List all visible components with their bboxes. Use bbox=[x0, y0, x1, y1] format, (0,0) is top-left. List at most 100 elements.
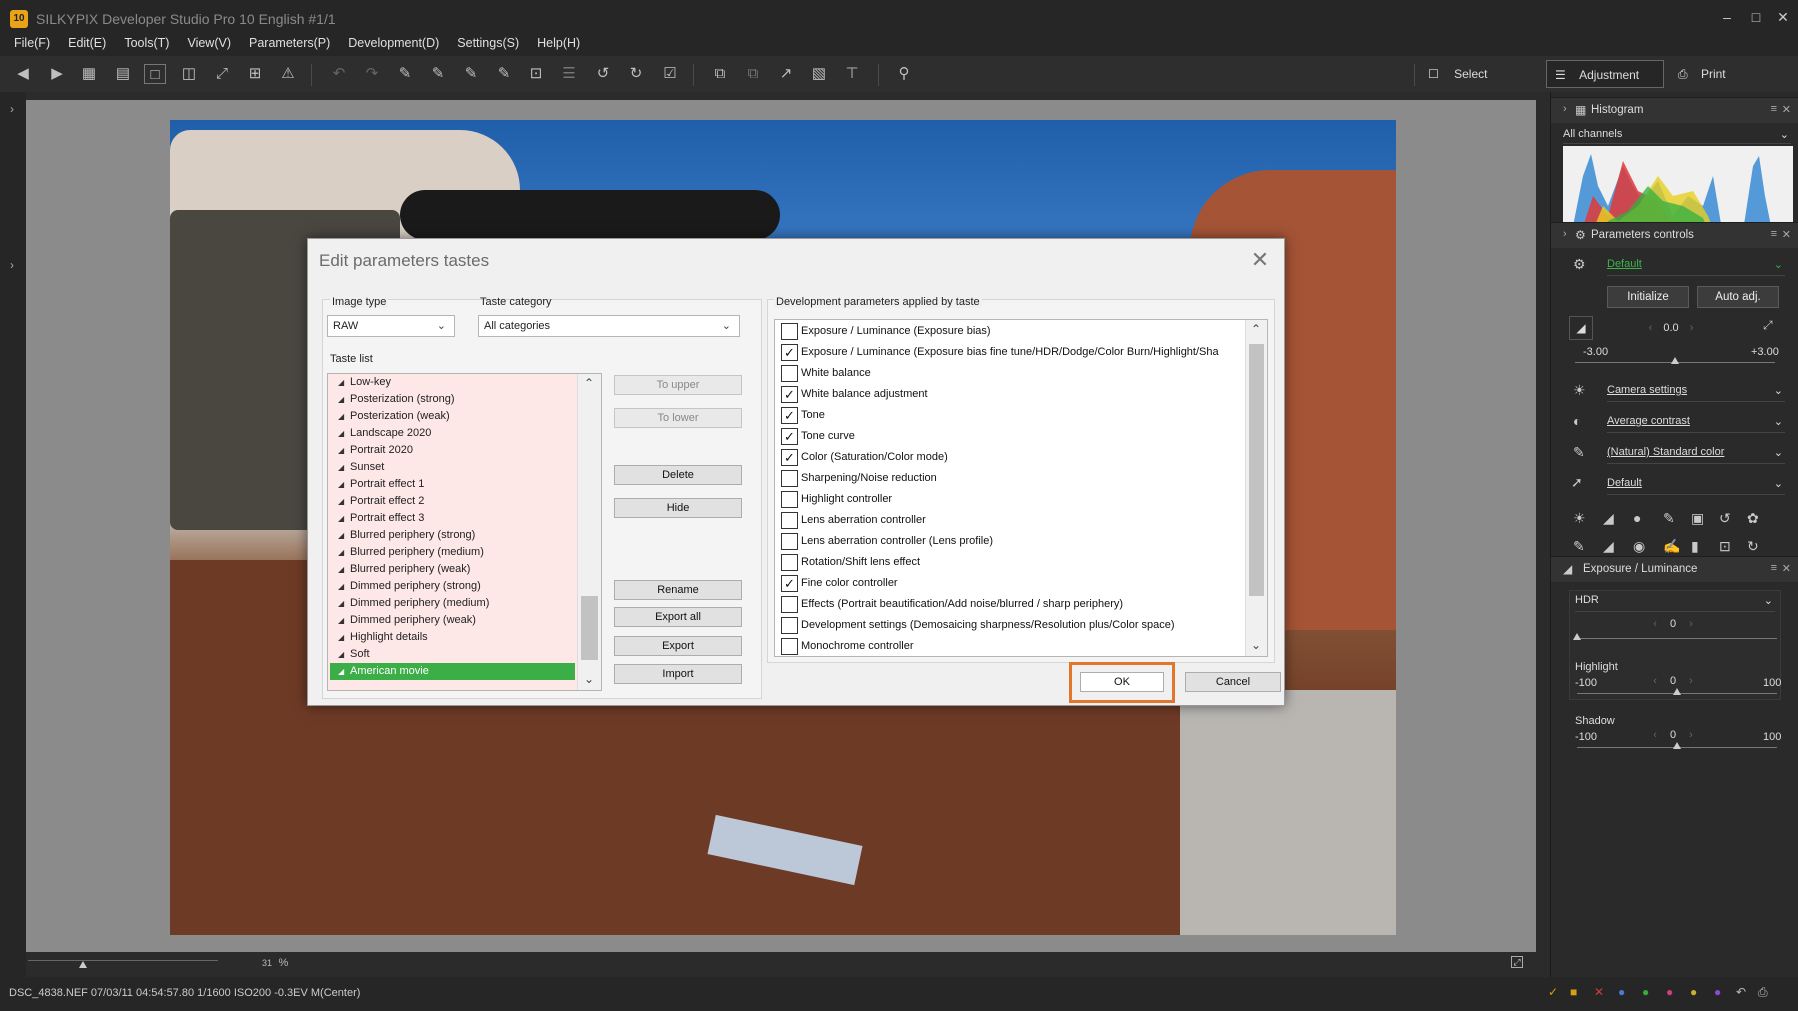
print-mode-button[interactable]: ⎙ Print bbox=[1670, 60, 1760, 88]
checkbox[interactable] bbox=[781, 323, 798, 340]
stamp-icon[interactable]: ⊤ bbox=[841, 64, 863, 84]
zoom-slider-track[interactable] bbox=[28, 960, 218, 961]
checkbox-checked[interactable]: ✓ bbox=[781, 386, 798, 403]
status-label-yellow-icon[interactable]: ● bbox=[1690, 985, 1697, 999]
dev-param-item[interactable]: ✓ Tone curve bbox=[779, 426, 1241, 447]
list-item[interactable]: ◢ Portrait 2020 bbox=[330, 442, 575, 459]
frame-tool-icon[interactable]: ▣ bbox=[1691, 510, 1704, 527]
dev-params-list[interactable]: Exposure / Luminance (Exposure bias) ✓ Ex… bbox=[774, 319, 1268, 657]
spot-tool-icon[interactable]: ✎ bbox=[1573, 538, 1585, 555]
export-button[interactable]: Export bbox=[614, 636, 742, 656]
dev-param-item[interactable]: White balance bbox=[779, 363, 1241, 384]
scroll-down-icon[interactable]: ⌄ bbox=[1251, 638, 1261, 652]
filmstrip-view-icon[interactable]: ▤ bbox=[112, 64, 134, 84]
scroll-down-icon[interactable]: ⌄ bbox=[584, 672, 594, 686]
histogram-header[interactable]: › ▦ Histogram ≡ ✕ bbox=[1551, 97, 1798, 123]
scroll-thumb[interactable] bbox=[581, 596, 598, 660]
status-label-blue-icon[interactable]: ● bbox=[1618, 985, 1625, 999]
status-print-icon[interactable]: ⎙ bbox=[1758, 985, 1768, 1000]
fullscreen-icon[interactable]: ⤢ bbox=[211, 64, 233, 84]
dev-param-item[interactable]: ✓ Fine color controller bbox=[779, 573, 1241, 594]
export-all-button[interactable]: Export all bbox=[614, 607, 742, 627]
status-label-green-icon[interactable]: ● bbox=[1642, 985, 1649, 999]
minimize-button[interactable]: – bbox=[1712, 6, 1742, 28]
crop-tool-icon[interactable]: ⊡ bbox=[1719, 538, 1731, 555]
params-controls-header[interactable]: › ⚙ Parameters controls ≡ ✕ bbox=[1551, 222, 1798, 248]
exposure-bias-value[interactable]: ‹ 0.0 › bbox=[1641, 320, 1701, 336]
list-item[interactable]: ◢ Highlight details bbox=[330, 629, 575, 646]
dev-param-item[interactable]: Development settings (Demosaicing sharpn… bbox=[779, 615, 1241, 636]
checkbox-checked[interactable]: ✓ bbox=[781, 575, 798, 592]
cancel-button[interactable]: Cancel bbox=[1185, 672, 1281, 692]
hdr-value[interactable]: ‹ 0 › bbox=[1643, 616, 1703, 632]
zoom-level[interactable]: 31 % bbox=[262, 957, 288, 969]
collapse-chevron-icon[interactable]: › bbox=[1563, 228, 1567, 240]
list-item[interactable]: ◢ Sunset bbox=[330, 459, 575, 476]
paste-params-icon[interactable]: ⧉ bbox=[742, 64, 764, 84]
menu-tools[interactable]: Tools(T) bbox=[124, 34, 169, 56]
status-folder-icon[interactable]: ■ bbox=[1570, 985, 1577, 999]
dev-param-item[interactable]: ✓ Tone bbox=[779, 405, 1241, 426]
expand-left-panel-icon-2[interactable]: › bbox=[10, 258, 14, 272]
exposure-icon[interactable]: ◢ bbox=[1569, 316, 1593, 340]
to-lower-button[interactable]: To lower bbox=[614, 408, 742, 428]
menu-view[interactable]: View(V) bbox=[187, 34, 231, 56]
panel-menu-icon[interactable]: ≡ bbox=[1771, 562, 1777, 574]
zoom-icon[interactable]: ⚲ bbox=[893, 64, 915, 84]
shadow-slider-knob[interactable] bbox=[1673, 742, 1681, 749]
menu-edit[interactable]: Edit(E) bbox=[68, 34, 106, 56]
wb-tool-icon[interactable]: ☀ bbox=[1573, 510, 1586, 527]
status-undo-icon[interactable]: ↶ bbox=[1736, 985, 1746, 999]
taste-select[interactable]: Default ⌄ bbox=[1607, 258, 1785, 276]
panel-close-icon[interactable]: ✕ bbox=[1782, 228, 1791, 241]
hdr-mode-select[interactable]: HDR ⌄ bbox=[1575, 594, 1775, 612]
eyedropper-white-icon[interactable]: ✎ bbox=[427, 64, 449, 84]
checkbox-checked[interactable]: ✓ bbox=[781, 344, 798, 361]
ok-button[interactable]: OK bbox=[1080, 672, 1164, 692]
prev-icon[interactable]: ◀ bbox=[12, 64, 34, 84]
develop-icon[interactable]: ▧ bbox=[808, 64, 830, 84]
export-icon[interactable]: ↗ bbox=[775, 64, 797, 84]
panel-menu-icon[interactable]: ≡ bbox=[1771, 228, 1777, 240]
scroll-up-icon[interactable]: ⌃ bbox=[1251, 322, 1261, 336]
check-icon[interactable]: ☑ bbox=[659, 64, 681, 84]
maximize-button[interactable]: □ bbox=[1741, 6, 1771, 28]
warning-icon[interactable]: ⚠ bbox=[277, 64, 299, 84]
list-item[interactable]: ◢ Soft bbox=[330, 646, 575, 663]
dev-param-item[interactable]: ✓ White balance adjustment bbox=[779, 384, 1241, 405]
checkbox-checked[interactable]: ✓ bbox=[781, 449, 798, 466]
dev-param-item[interactable]: Lens aberration controller (Lens profile… bbox=[779, 531, 1241, 552]
checkbox[interactable] bbox=[781, 533, 798, 550]
menu-file[interactable]: File(F) bbox=[14, 34, 50, 56]
curve-tool-icon[interactable]: ◢ bbox=[1603, 510, 1614, 527]
status-check-icon[interactable]: ✓ bbox=[1548, 985, 1558, 999]
checkbox[interactable] bbox=[781, 365, 798, 382]
list-item[interactable]: ◢ Blurred periphery (medium) bbox=[330, 544, 575, 561]
expand-left-panel-icon[interactable]: › bbox=[10, 102, 14, 116]
next-icon[interactable]: ▶ bbox=[46, 64, 68, 84]
tone-select[interactable]: Average contrast ⌄ bbox=[1607, 415, 1785, 433]
redo-icon[interactable]: ↷ bbox=[361, 64, 383, 84]
select-mode-button[interactable]: ☐ Select bbox=[1420, 60, 1516, 88]
split-view-icon[interactable]: ⊞ bbox=[244, 64, 266, 84]
dev-param-item[interactable]: ✓ Exposure / Luminance (Exposure bias fin… bbox=[779, 342, 1241, 363]
eyedropper-color-icon[interactable]: ✎ bbox=[493, 64, 515, 84]
eyedropper-skin-icon[interactable]: ✎ bbox=[460, 64, 482, 84]
taste-list[interactable]: ◢ Low-key ◢ Posterization (strong) ◢ Poster… bbox=[327, 373, 602, 691]
sphere-tool-icon[interactable]: ● bbox=[1633, 510, 1641, 526]
rotate-right-icon[interactable]: ↻ bbox=[625, 64, 647, 84]
status-label-purple-icon[interactable]: ● bbox=[1714, 985, 1721, 999]
panel-menu-icon[interactable]: ≡ bbox=[1771, 103, 1777, 115]
auto-adjust-button[interactable]: Auto adj. bbox=[1697, 286, 1779, 308]
rotate-left-icon[interactable]: ↺ bbox=[592, 64, 614, 84]
menu-help[interactable]: Help(H) bbox=[537, 34, 580, 56]
taste-list-scrollbar[interactable]: ⌃ ⌄ bbox=[577, 374, 601, 690]
scroll-up-icon[interactable]: ⌃ bbox=[584, 376, 594, 390]
list-item[interactable]: ◢ Low-key bbox=[330, 374, 575, 391]
taste-category-select[interactable]: All categories ⌄ bbox=[478, 315, 740, 337]
histogram-channel-select[interactable]: All channels ⌄ bbox=[1563, 128, 1791, 144]
taste-gear-icon[interactable]: ⚙ bbox=[1573, 256, 1586, 273]
grid-view-icon[interactable]: ▦ bbox=[78, 64, 100, 84]
rename-button[interactable]: Rename bbox=[614, 580, 742, 600]
list-item[interactable]: ◢ Posterization (strong) bbox=[330, 391, 575, 408]
